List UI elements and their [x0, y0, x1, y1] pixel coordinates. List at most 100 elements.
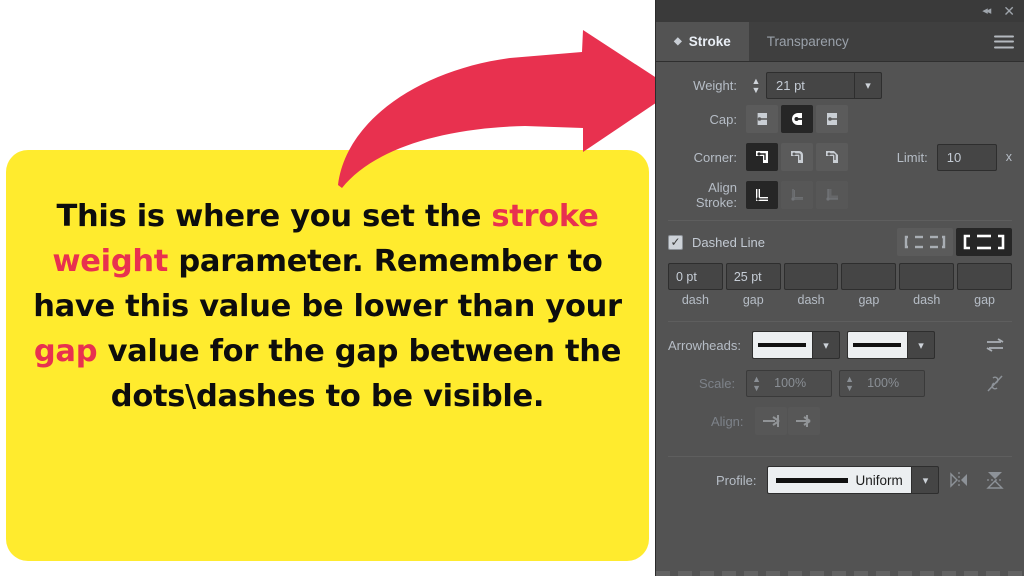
scale-start-stepper[interactable]: ▲ ▼ — [746, 369, 767, 397]
projecting-cap-icon[interactable] — [816, 105, 848, 133]
scale-start-up-icon: ▲ — [752, 373, 762, 384]
hamburger-menu-icon[interactable] — [994, 35, 1014, 48]
weight-control: ▲ ▼ 21 pt ▾ — [746, 71, 882, 99]
arrowhead-start-chevron-down-icon[interactable]: ▾ — [811, 331, 840, 359]
weight-row: Weight: ▲ ▼ 21 pt ▾ — [656, 62, 1024, 100]
dashed-line-row: ✓ Dashed Line — [656, 225, 1024, 259]
dash-mode-group — [897, 228, 1012, 256]
arrowhead-end-line-icon — [853, 343, 902, 347]
arrowheads-label: Arrowheads: — [668, 337, 741, 353]
round-join-icon[interactable] — [781, 143, 813, 171]
divider-1 — [668, 220, 1012, 221]
weight-label: Weight: — [693, 77, 737, 93]
swap-arrowheads-icon[interactable] — [978, 336, 1012, 354]
miter-join-icon[interactable] — [746, 143, 778, 171]
dashed-line-label: Dashed Line — [692, 234, 765, 250]
align-button-group — [754, 407, 820, 435]
collapse-panel-icon[interactable]: ◂◂ — [982, 5, 991, 17]
scale-end-down-icon: ▼ — [845, 382, 855, 393]
dashed-line-checkbox[interactable]: ✓ — [668, 234, 683, 250]
arrowhead-start-line-icon — [758, 343, 807, 347]
close-panel-icon[interactable]: ✕ — [1003, 4, 1015, 18]
stroke-panel: ◂◂ ✕ ◆ Stroke Transparency Weight: ▲ ▼ 2… — [655, 0, 1024, 576]
align-stroke-outside-icon[interactable] — [816, 181, 848, 209]
tab-grip-icon: ◆ — [674, 35, 682, 47]
scale-row: Scale: ▲ ▼ 100% ▲ ▼ 100% — [656, 364, 1024, 402]
align-stroke-inside-icon[interactable] — [781, 181, 813, 209]
link-broken-icon[interactable] — [978, 372, 1012, 394]
place-arrow-at-end-icon[interactable] — [787, 407, 820, 435]
align-stroke-center-icon[interactable] — [746, 181, 778, 209]
profile-value: Uniform — [855, 472, 903, 488]
butt-cap-icon[interactable] — [746, 105, 778, 133]
dash-cell-5: gap — [957, 263, 1012, 307]
stepper-down-icon: ▼ — [751, 84, 761, 95]
panel-titlebar: ◂◂ ✕ — [656, 0, 1024, 22]
dash-gap-fields: 0 pt dash 25 pt gap dash gap dash gap — [656, 259, 1024, 307]
tab-transparency[interactable]: Transparency — [749, 22, 867, 61]
cap-row: Cap: — [656, 100, 1024, 138]
tab-transparency-label: Transparency — [766, 34, 849, 49]
flip-across-icon[interactable] — [982, 469, 1008, 491]
cap-button-group — [746, 105, 848, 133]
tab-stroke[interactable]: ◆ Stroke — [656, 22, 749, 61]
dash-cell-2: dash — [783, 263, 839, 307]
profile-line-icon — [776, 477, 849, 483]
corner-button-group — [746, 143, 848, 171]
limit-input[interactable]: 10 — [936, 143, 997, 171]
arrowhead-start-preview[interactable] — [751, 331, 812, 359]
dash-caption-4: dash — [913, 293, 941, 307]
scale-end-input[interactable]: 100% — [859, 369, 926, 397]
align-dashes-to-corners-icon[interactable] — [956, 228, 1012, 256]
dash-input-2[interactable] — [783, 263, 839, 290]
align-stroke-row: Align Stroke: — [656, 176, 1024, 214]
profile-preview[interactable]: Uniform — [767, 466, 912, 494]
scale-start-input[interactable]: 100% — [766, 369, 833, 397]
extend-arrow-beyond-end-icon[interactable] — [754, 407, 787, 435]
scale-label: Scale: — [699, 375, 736, 391]
dash-input-0[interactable]: 0 pt — [668, 263, 723, 290]
round-cap-icon[interactable] — [781, 105, 813, 133]
scale-start-down-icon: ▼ — [752, 382, 762, 393]
corner-label: Corner: — [693, 149, 737, 165]
profile-control: Uniform ▾ — [767, 466, 940, 494]
dash-cell-4: dash — [899, 263, 955, 307]
divider-3 — [668, 456, 1012, 457]
arrowhead-end-chevron-down-icon[interactable]: ▾ — [906, 331, 935, 359]
scale-end-control: ▲ ▼ 100% — [839, 369, 926, 397]
arrowhead-end-preview[interactable] — [846, 331, 907, 359]
weight-input[interactable]: 21 pt — [766, 71, 854, 99]
panel-bottom-dash-artifact — [656, 571, 1024, 576]
limit-unit: x — [1005, 150, 1012, 164]
align-label: Align: — [711, 413, 744, 429]
flip-along-icon[interactable] — [946, 469, 972, 491]
divider-2 — [668, 321, 1012, 322]
miter-limit-control: Limit: 10 x — [897, 143, 1012, 171]
corner-row: Corner: Limit: 10 x — [656, 138, 1024, 176]
bevel-join-icon[interactable] — [816, 143, 848, 171]
dash-input-1[interactable]: 25 pt — [725, 263, 781, 290]
dash-caption-2: dash — [797, 293, 825, 307]
dash-cell-3: gap — [841, 263, 897, 307]
weight-dropdown-chevron-down-icon[interactable]: ▾ — [854, 71, 882, 99]
panel-tabstrip: ◆ Stroke Transparency — [656, 22, 1024, 62]
dash-input-5[interactable] — [957, 263, 1012, 290]
scale-start-control: ▲ ▼ 100% — [746, 369, 833, 397]
preserve-exact-dash-lengths-icon[interactable] — [897, 228, 953, 256]
dash-input-4[interactable] — [899, 263, 955, 290]
dash-caption-1: gap — [742, 293, 764, 307]
cap-label: Cap: — [709, 111, 737, 127]
dash-caption-0: dash — [681, 293, 709, 307]
arrowhead-end-control: ▾ — [846, 331, 935, 359]
panel-body: Weight: ▲ ▼ 21 pt ▾ Cap: Corner: Limit: … — [656, 62, 1024, 499]
weight-stepper[interactable]: ▲ ▼ — [746, 72, 766, 99]
scale-end-stepper[interactable]: ▲ ▼ — [839, 369, 860, 397]
arrowheads-row: Arrowheads: ▾ ▾ — [656, 326, 1024, 364]
callout-seg-3-accent: gap — [33, 334, 98, 369]
profile-flip-controls — [946, 469, 1012, 491]
profile-chevron-down-icon[interactable]: ▾ — [911, 466, 940, 494]
dash-input-3[interactable] — [841, 263, 897, 290]
scale-end-up-icon: ▲ — [845, 373, 855, 384]
dash-caption-3: gap — [858, 293, 880, 307]
dash-caption-5: gap — [974, 293, 995, 307]
